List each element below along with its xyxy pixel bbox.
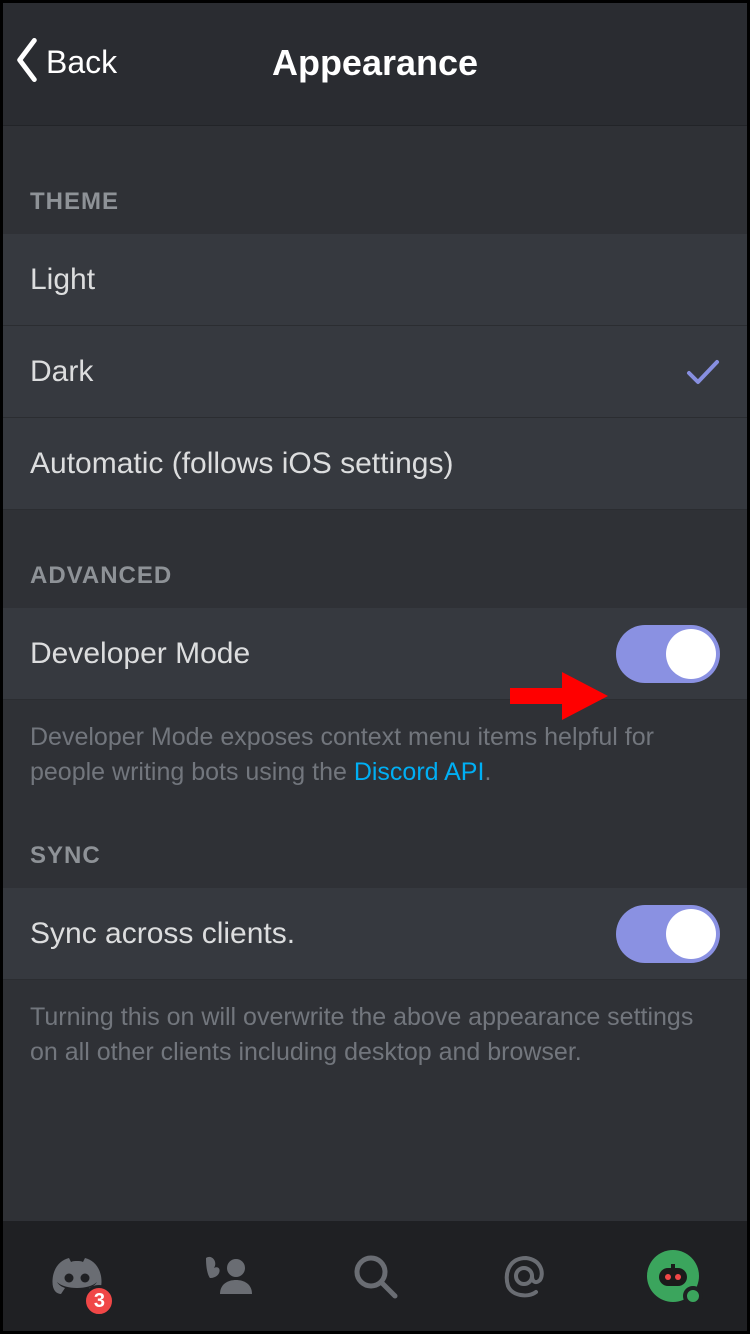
- screenshot-border: [0, 0, 750, 1334]
